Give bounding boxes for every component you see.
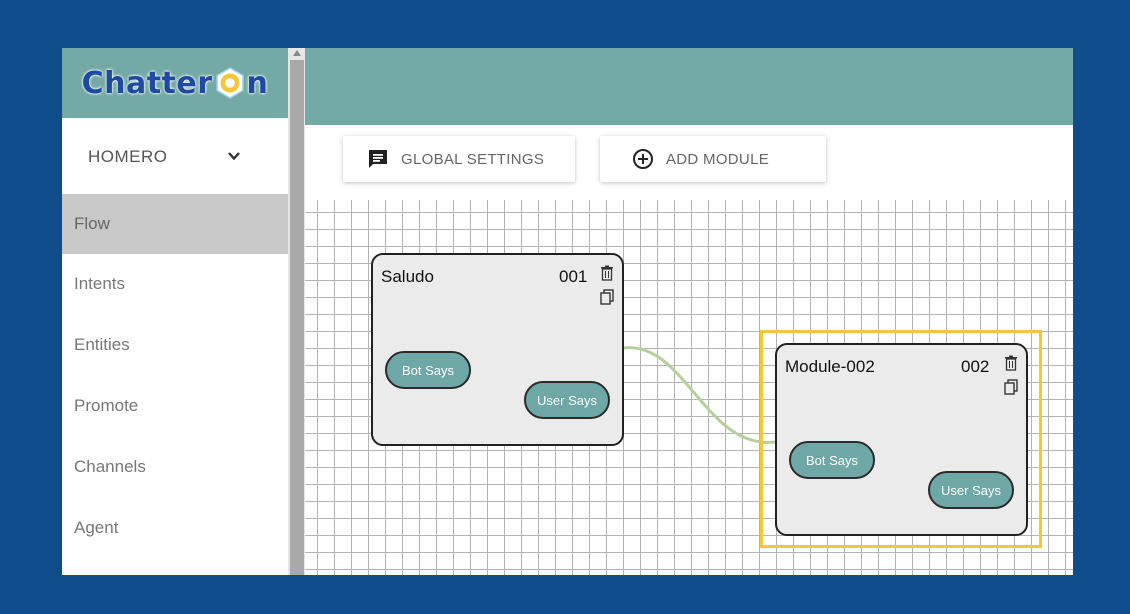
sidebar-item-label: Promote [74, 396, 139, 415]
add-module-button[interactable]: ADD MODULE [600, 136, 826, 182]
logo-text-right: n [246, 65, 269, 101]
sidebar-item-promote[interactable]: Promote [62, 376, 288, 436]
logo-bar: Chatter n [62, 48, 288, 118]
copy-icon[interactable] [1004, 379, 1018, 395]
top-header-bar [305, 48, 1073, 125]
project-name: HOMERO [88, 147, 168, 166]
module-number: 001 [559, 267, 588, 286]
chevron-down-icon [228, 152, 240, 161]
logo-hexagon-icon [214, 67, 246, 99]
bot-says-label: Bot Says [805, 452, 859, 468]
user-says-label: User Says [941, 482, 1001, 498]
toolbar: GLOBAL SETTINGS ADD MODULE [305, 125, 1073, 200]
flow-canvas[interactable]: Saludo 001 Bot Says User Says Module-002… [305, 200, 1073, 575]
sidebar-item-agent[interactable]: Agent [62, 498, 288, 558]
sidebar-item-label: Channels [74, 457, 146, 476]
project-select[interactable]: HOMERO [62, 118, 288, 194]
sidebar-item-label: Flow [74, 214, 110, 233]
add-module-label: ADD MODULE [666, 150, 770, 168]
bot-says-label: Bot Says [401, 362, 455, 378]
sidebar-item-flow[interactable]: Flow [62, 194, 288, 254]
module-card[interactable]: Saludo 001 Bot Says User Says [371, 253, 624, 446]
global-settings-button[interactable]: GLOBAL SETTINGS [343, 136, 575, 182]
copy-icon[interactable] [600, 289, 614, 305]
bot-says-button[interactable]: Bot Says [385, 351, 471, 389]
global-settings-label: GLOBAL SETTINGS [401, 150, 545, 168]
plus-circle-icon [632, 148, 654, 170]
trash-icon[interactable] [1004, 355, 1018, 371]
bot-says-button[interactable]: Bot Says [789, 441, 875, 479]
user-says-button[interactable]: User Says [524, 381, 610, 419]
message-icon [367, 148, 389, 170]
module-card[interactable]: Module-002 002 Bot Says User Says [775, 343, 1028, 536]
user-says-label: User Says [537, 392, 597, 408]
scroll-up-arrow-icon[interactable] [293, 50, 301, 56]
sidebar-item-label: Entities [74, 335, 130, 354]
app-logo: Chatter n [82, 66, 269, 101]
sidebar-item-entities[interactable]: Entities [62, 315, 288, 375]
user-says-button[interactable]: User Says [928, 471, 1014, 509]
module-title: Saludo [381, 267, 434, 286]
module-number: 002 [961, 357, 990, 376]
logo-text-left: Chatter [81, 65, 213, 101]
sidebar-item-channels[interactable]: Channels [62, 437, 288, 497]
app-window: Chatter n HOMERO Flow Intents Entities P… [62, 48, 1073, 575]
sidebar-item-label: Agent [74, 518, 119, 537]
sidebar-item-label: Intents [74, 274, 126, 293]
sidebar-item-intents[interactable]: Intents [62, 254, 288, 314]
sidebar-scrollbar-thumb[interactable] [290, 60, 304, 575]
sidebar: Chatter n HOMERO Flow Intents Entities P… [62, 48, 288, 575]
trash-icon[interactable] [600, 265, 614, 281]
module-title: Module-002 [785, 357, 875, 376]
